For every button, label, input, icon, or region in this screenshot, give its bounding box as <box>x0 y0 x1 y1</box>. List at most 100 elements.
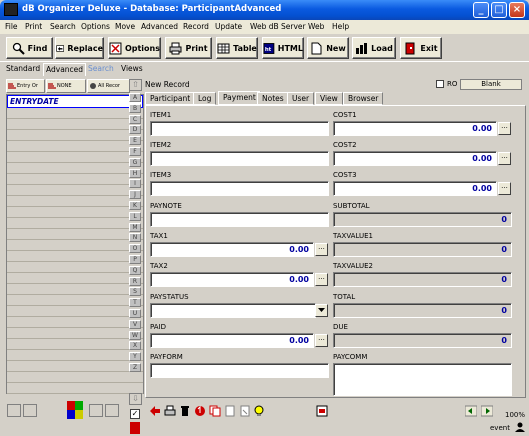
letter-index-i[interactable]: I <box>129 179 141 189</box>
table-row[interactable] <box>7 163 143 174</box>
last-record-button[interactable] <box>105 404 119 417</box>
table-row[interactable] <box>7 306 143 317</box>
record-list-header[interactable]: ENTRYDATE <box>7 95 143 108</box>
colors-icon[interactable] <box>67 401 83 419</box>
select-checkbox[interactable]: ✓ <box>130 409 140 419</box>
replace-button[interactable]: Replace <box>55 37 104 59</box>
menu-file[interactable]: File <box>5 22 18 31</box>
menu-search[interactable]: Search <box>50 22 76 31</box>
letter-index-j[interactable]: J <box>129 190 141 200</box>
table-row[interactable] <box>7 262 143 273</box>
forward-icon[interactable] <box>481 405 493 417</box>
table-row[interactable] <box>7 174 143 185</box>
tab-payment[interactable]: Payment <box>218 91 261 105</box>
letter-index-r[interactable]: R <box>129 276 141 286</box>
letter-index-u[interactable]: U <box>129 309 141 318</box>
lightbulb-icon[interactable] <box>253 405 265 417</box>
letter-index-k[interactable]: K <box>129 201 141 210</box>
scroll-down-button[interactable]: ⇩ <box>129 393 142 405</box>
table-row[interactable] <box>7 108 143 119</box>
table-row[interactable] <box>7 229 143 240</box>
table-row[interactable] <box>7 130 143 141</box>
cost2-dots-button[interactable]: ... <box>498 152 511 165</box>
tab-user[interactable]: User <box>287 92 315 105</box>
table-row[interactable] <box>7 372 143 383</box>
close-button[interactable]: × <box>509 2 525 18</box>
table-row[interactable] <box>7 361 143 372</box>
tab-standard[interactable]: Standard <box>4 63 42 76</box>
letter-index-y[interactable]: Y <box>129 352 141 362</box>
table-row[interactable] <box>7 218 143 229</box>
tab-view[interactable]: View <box>315 92 343 105</box>
letter-index-b[interactable]: B <box>129 103 141 113</box>
first-record-button[interactable] <box>7 404 21 417</box>
table-row[interactable] <box>7 251 143 262</box>
letter-index-t[interactable]: T <box>129 298 141 308</box>
tab-advanced[interactable]: Advanced <box>43 63 87 76</box>
letter-index-e[interactable]: E <box>129 136 141 146</box>
load-button[interactable]: Load <box>352 37 396 59</box>
letter-index-l[interactable]: L <box>129 211 141 221</box>
entry-order-button[interactable]: Entry Or <box>6 79 45 93</box>
letter-index-c[interactable]: C <box>129 114 141 124</box>
cost3-dots-button[interactable]: ... <box>498 182 511 195</box>
find-button[interactable]: Find <box>6 37 53 59</box>
letter-index-s[interactable]: S <box>129 287 141 297</box>
item3-field[interactable] <box>150 181 329 196</box>
payform-field[interactable] <box>150 363 329 378</box>
cost1-dots-button[interactable]: ... <box>498 122 511 135</box>
tab-search[interactable]: Search <box>86 63 116 76</box>
menu-print[interactable]: Print <box>25 22 42 31</box>
menu-web-db-server[interactable]: Web dB Server <box>250 22 306 31</box>
tab-notes[interactable]: Notes <box>257 92 289 105</box>
table-row[interactable] <box>7 317 143 328</box>
letter-index-a[interactable]: A <box>129 93 141 102</box>
letter-index-x[interactable]: X <box>129 341 141 351</box>
table-row[interactable] <box>7 328 143 339</box>
paste-icon[interactable] <box>224 405 236 417</box>
tax2-dots-button[interactable]: ... <box>315 273 328 286</box>
item2-field[interactable] <box>150 151 329 166</box>
letter-index-z[interactable]: Z <box>129 363 141 372</box>
new-button[interactable]: New <box>307 37 349 59</box>
table-row[interactable] <box>7 273 143 284</box>
cost1-field[interactable]: 0.00 <box>333 121 497 136</box>
all-records-button[interactable]: All Recor <box>87 79 130 93</box>
table-row[interactable] <box>7 284 143 295</box>
printer-icon[interactable] <box>164 405 176 417</box>
menu-advanced[interactable]: Advanced <box>141 22 178 31</box>
table-row[interactable] <box>7 339 143 350</box>
menu-update[interactable]: Update <box>215 22 242 31</box>
table-row[interactable] <box>7 350 143 361</box>
report-icon[interactable] <box>316 405 328 417</box>
menu-options[interactable]: Options <box>81 22 110 31</box>
exit-button[interactable]: Exit <box>400 37 442 59</box>
tab-views[interactable]: Views <box>119 63 145 76</box>
prev-record-button[interactable] <box>23 404 37 417</box>
cut-icon[interactable] <box>239 405 251 417</box>
table-row[interactable] <box>7 207 143 218</box>
letter-index-h[interactable]: H <box>129 168 141 178</box>
print-button[interactable]: Print <box>165 37 212 59</box>
letter-index-d[interactable]: D <box>129 125 141 135</box>
arrow-left-icon[interactable] <box>149 405 161 417</box>
table-row[interactable] <box>7 383 143 394</box>
trash-icon[interactable] <box>179 405 191 417</box>
tab-log[interactable]: Log <box>193 92 217 105</box>
next-record-button[interactable] <box>89 404 103 417</box>
table-row[interactable] <box>7 295 143 306</box>
item1-field[interactable] <box>150 121 329 136</box>
letter-index-m[interactable]: M <box>129 222 141 232</box>
menu-move[interactable]: Move <box>115 22 135 31</box>
undo-icon[interactable] <box>194 405 206 417</box>
paystatus-dropdown[interactable] <box>150 303 316 318</box>
options-button[interactable]: Options <box>108 37 161 59</box>
paid-field[interactable]: 0.00 <box>150 333 314 348</box>
paynote-field[interactable] <box>150 212 329 227</box>
record-list[interactable]: ENTRYDATE <box>6 94 144 394</box>
minimize-button[interactable]: _ <box>473 2 489 18</box>
table-button[interactable]: Table <box>216 37 258 59</box>
table-row[interactable] <box>7 240 143 251</box>
letter-index-o[interactable]: O <box>129 244 141 254</box>
paid-dots-button[interactable]: ... <box>315 334 328 347</box>
